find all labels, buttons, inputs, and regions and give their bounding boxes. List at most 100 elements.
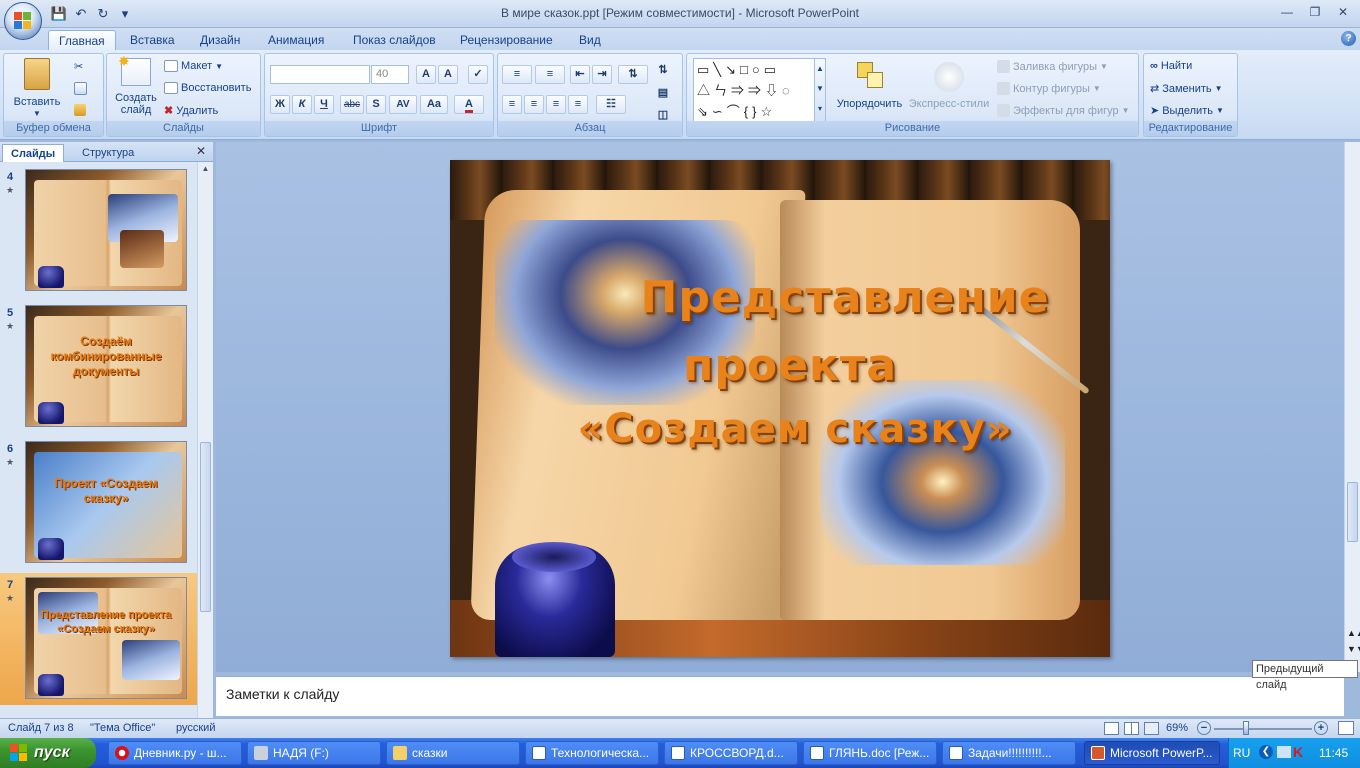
restore-icon[interactable]: ❐ (1302, 3, 1328, 21)
antivirus-icon[interactable]: K (1293, 744, 1303, 760)
normal-view-icon[interactable] (1104, 722, 1119, 735)
redo-icon[interactable]: ↻ (94, 5, 112, 23)
shape-outline-button[interactable]: Контур фигуры ▼ (997, 82, 1101, 95)
align-left-icon[interactable]: ≡ (502, 95, 522, 114)
notes-pane[interactable]: Заметки к слайду (216, 676, 1344, 716)
tab-insert[interactable]: Вставка (120, 30, 185, 50)
spacing-button[interactable]: AV (389, 95, 417, 114)
close-pane-icon[interactable]: ✕ (196, 144, 206, 158)
next-slide-icon[interactable]: ▼▼ (1347, 644, 1360, 654)
shape-fill-button[interactable]: Заливка фигуры ▼ (997, 60, 1108, 73)
italic-button[interactable]: К (292, 95, 312, 114)
taskbar-item-browser[interactable]: Дневник.ру - ш... (108, 741, 242, 765)
fit-to-window-icon[interactable] (1338, 721, 1354, 735)
minimize-icon[interactable]: — (1274, 3, 1300, 21)
tab-slides[interactable]: Слайды (2, 144, 65, 162)
slide-thumbnail-5[interactable]: 5 ★ Создаём комбинированные документы (0, 301, 197, 433)
font-color-button[interactable]: A (454, 95, 484, 114)
tab-design[interactable]: Дизайн (190, 30, 250, 50)
select-button[interactable]: ➤ Выделить ▼ (1150, 104, 1224, 118)
tab-outline[interactable]: Структура (74, 144, 142, 162)
font-name-field[interactable] (270, 65, 370, 84)
new-slide-button[interactable]: ✸ Создать слайд (111, 54, 161, 116)
bullets-icon[interactable]: ≡ (502, 65, 532, 84)
underline-button[interactable]: Ч (314, 95, 334, 114)
font-size-field[interactable]: 40 (371, 65, 409, 84)
slide-sorter-icon[interactable] (1124, 722, 1139, 735)
grow-font-icon[interactable]: A (416, 65, 436, 84)
back-arrow-icon[interactable]: ❮ (1259, 745, 1273, 759)
zoom-slider[interactable] (1214, 728, 1312, 730)
arrange-button[interactable]: Упорядочить (832, 58, 907, 110)
zoom-in-icon[interactable]: + (1314, 721, 1328, 735)
previous-slide-icon[interactable]: ▲▲ (1347, 628, 1360, 638)
slide-thumbnail-4[interactable]: 4 ★ (0, 165, 197, 297)
quick-styles-button[interactable]: Экспресс-стили (907, 58, 991, 110)
decrease-indent-icon[interactable]: ⇤ (570, 65, 590, 84)
tab-animation[interactable]: Анимация (258, 30, 334, 50)
taskbar-item-word-4[interactable]: Задачи!!!!!!!!!!... (942, 741, 1076, 765)
reset-button[interactable]: Восстановить (164, 82, 251, 94)
taskbar-item-word-3[interactable]: ГЛЯНЬ.doc [Реж... (803, 741, 937, 765)
undo-icon[interactable]: ↶ (72, 5, 90, 23)
office-button[interactable] (4, 2, 42, 40)
align-center-icon[interactable]: ≡ (524, 95, 544, 114)
taskbar-item-powerpoint[interactable]: Microsoft PowerP... (1084, 741, 1220, 765)
slide-thumbnail-7[interactable]: 7 ★ Представление проекта «Создаем сказк… (0, 573, 197, 705)
language-bar[interactable]: RU (1233, 746, 1250, 760)
taskbar-item-word-2[interactable]: КРОССВОРД.d... (664, 741, 798, 765)
start-button[interactable]: пуск (0, 738, 96, 768)
gallery-scroll[interactable]: ▲ ▼ ▾ (814, 58, 826, 122)
paste-button[interactable]: Вставить ▼ (12, 58, 62, 120)
slide-thumbnail-6[interactable]: 6 ★ Проект «Создаем сказку» (0, 437, 197, 569)
copy-icon[interactable] (74, 82, 87, 95)
scroll-up-icon[interactable]: ▲ (200, 164, 211, 176)
scroll-thumb[interactable] (1347, 482, 1358, 542)
tab-review[interactable]: Рецензирование (450, 30, 563, 50)
pane-scrollbar[interactable]: ▲ (197, 162, 213, 718)
scroll-thumb[interactable] (200, 442, 211, 612)
language-indicator[interactable]: русский (176, 722, 215, 734)
zoom-out-icon[interactable]: − (1197, 721, 1211, 735)
clear-format-icon[interactable]: ✓ (468, 65, 488, 84)
align-text-icon[interactable]: ▤ (653, 85, 673, 104)
zoom-level[interactable]: 69% (1166, 722, 1188, 734)
help-icon[interactable]: ? (1341, 31, 1356, 46)
taskbar-item-word-1[interactable]: Технологическа... (525, 741, 659, 765)
cut-icon[interactable]: ✂ (74, 60, 83, 73)
numbering-icon[interactable]: ≡ (535, 65, 565, 84)
line-spacing-icon[interactable]: ⇅ (618, 65, 648, 84)
tab-slideshow[interactable]: Показ слайдов (343, 30, 446, 50)
shrink-font-icon[interactable]: A (438, 65, 458, 84)
change-case-button[interactable]: Aa (420, 95, 448, 114)
theme-name[interactable]: "Тема Office" (90, 722, 155, 734)
shapes-gallery[interactable]: ▭╲↘□○▭ △ㄣ⇒⇒⇩◌ ⇘∽⌒{}☆ (693, 58, 817, 122)
slide-scrollbar[interactable]: ▲▲ ▼▼ (1344, 142, 1360, 672)
delete-button[interactable]: ✖ Удалить (164, 104, 218, 118)
strikethrough-button[interactable]: abc (340, 95, 364, 114)
tab-home[interactable]: Главная (48, 30, 116, 50)
save-icon[interactable]: 💾 (50, 5, 68, 23)
taskbar-item-drive[interactable]: НАДЯ (F:) (247, 741, 381, 765)
shadow-button[interactable]: S (366, 95, 386, 114)
inkwell-top (512, 542, 596, 572)
customize-icon[interactable]: ▾ (116, 5, 134, 23)
zoom-slider-thumb[interactable] (1243, 721, 1249, 735)
text-direction-icon[interactable]: ⇅ (653, 62, 673, 81)
justify-icon[interactable]: ≡ (568, 95, 588, 114)
columns-icon[interactable]: ☷ (596, 95, 626, 114)
slide-canvas[interactable]: Представление проекта «Создаем сказку» (450, 160, 1110, 657)
replace-button[interactable]: ⇄ Заменить ▼ (1150, 82, 1223, 96)
tab-view[interactable]: Вид (569, 30, 611, 50)
taskbar-item-folder[interactable]: сказки (386, 741, 520, 765)
slideshow-icon[interactable] (1144, 722, 1159, 735)
close-icon[interactable]: ✕ (1330, 3, 1356, 21)
increase-indent-icon[interactable]: ⇥ (592, 65, 612, 84)
find-button[interactable]: ∞ Найти (1150, 60, 1192, 72)
layout-button[interactable]: Макет ▼ (164, 60, 223, 72)
bold-button[interactable]: Ж (270, 95, 290, 114)
align-right-icon[interactable]: ≡ (546, 95, 566, 114)
network-icon[interactable] (1277, 746, 1291, 758)
format-painter-icon[interactable] (74, 104, 86, 116)
shape-effects-button[interactable]: Эффекты для фигур ▼ (997, 104, 1130, 117)
